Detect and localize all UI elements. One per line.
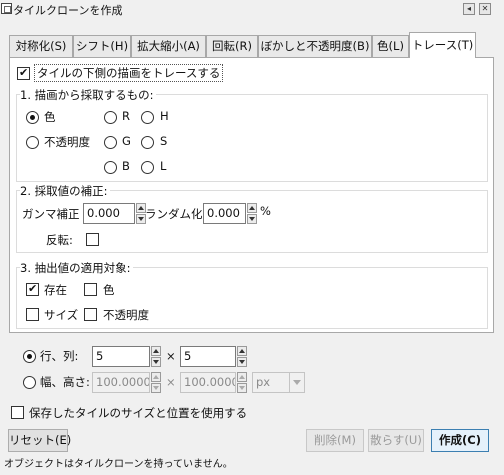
pick-g-label: G (122, 134, 131, 148)
unit-select[interactable]: px (252, 372, 305, 393)
use-saved-label: 保存したタイルのサイズと位置を使用する (29, 406, 248, 420)
dialog-icon (1, 3, 12, 14)
gamma-label: ガンマ補正 (22, 207, 80, 221)
size-checkbox[interactable] (26, 308, 39, 321)
tab-blur-opacity[interactable]: ぼかしと不透明度(B) (258, 35, 372, 57)
tab-symmetry[interactable]: 対称化(S) (9, 35, 73, 57)
chevron-down-icon (289, 373, 304, 392)
title-bar: タイルクローンを作成 ◂ ✕ (0, 0, 504, 18)
pick-l-label: L (160, 159, 167, 173)
pick-r-radio[interactable] (104, 111, 117, 124)
width-spinner[interactable] (151, 372, 161, 393)
pick-h-label: H (160, 109, 169, 123)
cols-input[interactable]: 5 (180, 346, 236, 367)
random-input[interactable]: 0.000 (203, 203, 246, 224)
reset-button[interactable]: リセット(E) (8, 429, 71, 452)
pick-opacity-radio[interactable] (26, 136, 39, 149)
pick-b-radio[interactable] (104, 161, 117, 174)
pick-color-label: 色 (44, 110, 56, 124)
collapse-icon[interactable]: ◂ (463, 3, 475, 15)
tab-shift[interactable]: シフト(H) (73, 35, 131, 57)
gamma-input[interactable]: 0.000 (83, 203, 135, 224)
cols-spinner[interactable] (237, 346, 247, 367)
pick-b-label: B (122, 159, 130, 173)
tab-color[interactable]: 色(L) (372, 35, 409, 57)
height-input[interactable]: 100.0000 (180, 372, 236, 393)
pick-group-title: 1. 描画から採取するもの: (20, 87, 156, 103)
apply-opacity-checkbox[interactable] (84, 308, 97, 321)
presence-checkbox[interactable] (26, 282, 39, 296)
close-icon[interactable]: ✕ (479, 3, 491, 15)
remove-button[interactable]: 削除(M) (306, 429, 364, 452)
pick-r-label: R (122, 109, 130, 123)
apply-color-label: 色 (103, 283, 115, 297)
presence-label: 存在 (44, 283, 67, 297)
use-saved-checkbox[interactable] (11, 406, 24, 419)
rows-cols-label: 行、列: (40, 349, 79, 363)
invert-label: 反転: (46, 233, 73, 247)
pick-color-radio[interactable] (26, 111, 39, 124)
pick-opacity-label: 不透明度 (44, 135, 90, 149)
apply-opacity-label: 不透明度 (103, 308, 149, 322)
pick-s-label: S (160, 134, 168, 148)
trace-checkbox[interactable] (17, 66, 30, 80)
width-input[interactable]: 100.0000 (92, 372, 150, 393)
random-spinner[interactable] (247, 203, 257, 224)
width-height-radio[interactable] (23, 376, 36, 389)
width-height-label: 幅、高さ: (40, 375, 90, 389)
rows-spinner[interactable] (151, 346, 161, 367)
tweak-group-title: 2. 採取値の補正: (20, 183, 110, 199)
size-label: サイズ (44, 308, 79, 322)
create-button[interactable]: 作成(C) (431, 429, 489, 452)
rows-input[interactable]: 5 (92, 346, 150, 367)
apply-group-title: 3. 抽出値の適用対象: (20, 260, 133, 276)
times-sign-2: × (166, 375, 176, 389)
trace-panel: タイルの下側の描画をトレースする 1. 描画から採取するもの: 色 不透明度 R… (9, 57, 494, 333)
rows-cols-radio[interactable] (23, 350, 36, 363)
status-bar: オブジェクトはタイルクローンを持っていません。 (4, 459, 233, 470)
pick-l-radio[interactable] (141, 161, 154, 174)
pick-g-radio[interactable] (104, 136, 117, 149)
tab-trace[interactable]: トレース(T) (409, 32, 476, 58)
height-spinner[interactable] (237, 372, 247, 393)
unit-value: px (256, 375, 271, 389)
random-unit: % (260, 204, 271, 218)
pick-s-radio[interactable] (141, 136, 154, 149)
trace-checkbox-label[interactable]: タイルの下側の描画をトレースする (34, 64, 224, 82)
tab-scale[interactable]: 拡大縮小(A) (131, 35, 206, 57)
tab-rotation[interactable]: 回転(R) (206, 35, 258, 57)
apply-color-checkbox[interactable] (84, 283, 97, 296)
pick-h-radio[interactable] (141, 111, 154, 124)
unclump-button[interactable]: 散らす(U) (368, 429, 424, 452)
dialog-title: タイルクローンを作成 (13, 4, 123, 17)
times-sign: × (166, 349, 176, 363)
random-label: ランダム化: (145, 207, 207, 221)
invert-checkbox[interactable] (86, 233, 99, 246)
